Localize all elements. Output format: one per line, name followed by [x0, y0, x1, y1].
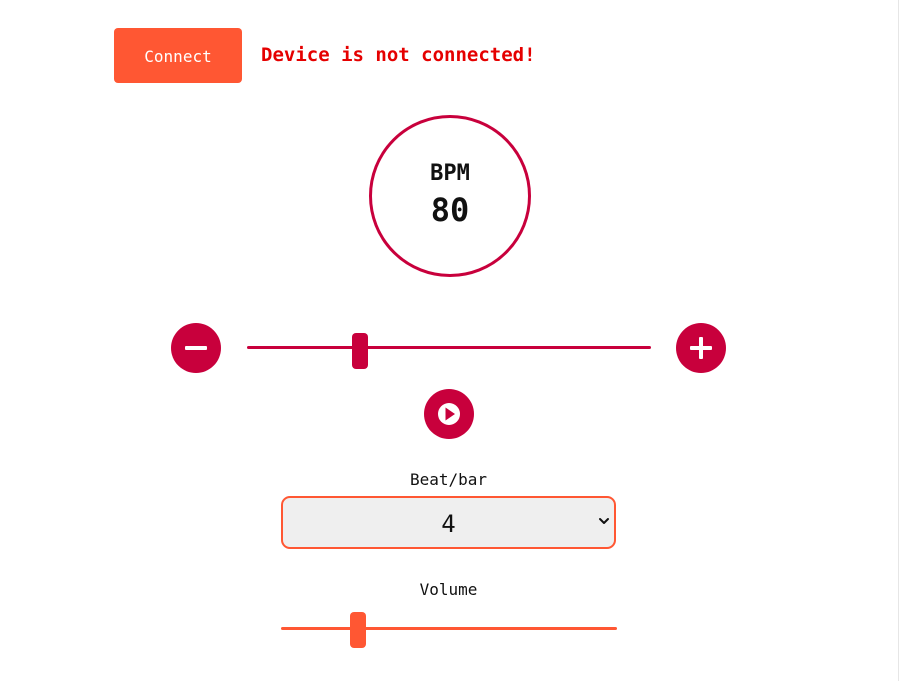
- chevron-down-icon: [599, 518, 609, 524]
- minus-icon: [185, 346, 207, 350]
- increase-bpm-button[interactable]: [676, 323, 726, 373]
- volume-slider-thumb[interactable]: [350, 612, 366, 648]
- volume-slider-track[interactable]: [281, 627, 617, 630]
- connect-button[interactable]: Connect: [114, 28, 242, 83]
- play-button[interactable]: [424, 389, 474, 439]
- bpm-display: BPM 80: [369, 115, 531, 277]
- bpm-value: 80: [430, 191, 470, 229]
- beat-per-bar-select[interactable]: 4: [281, 496, 616, 549]
- beat-per-bar-label: Beat/bar: [409, 470, 488, 489]
- beat-per-bar-selected-value: 4: [441, 510, 456, 538]
- volume-label: Volume: [419, 580, 478, 599]
- scrollbar-edge: [898, 0, 899, 681]
- connection-status-message: Device is not connected!: [261, 44, 536, 66]
- bpm-label: BPM: [430, 161, 470, 186]
- metronome-page: Connect Device is not connected! BPM 80 …: [0, 0, 901, 681]
- decrease-bpm-button[interactable]: [171, 323, 221, 373]
- play-icon: [438, 403, 460, 425]
- tempo-slider-thumb[interactable]: [352, 333, 368, 369]
- tempo-slider-track[interactable]: [247, 346, 651, 349]
- plus-icon: [690, 337, 712, 359]
